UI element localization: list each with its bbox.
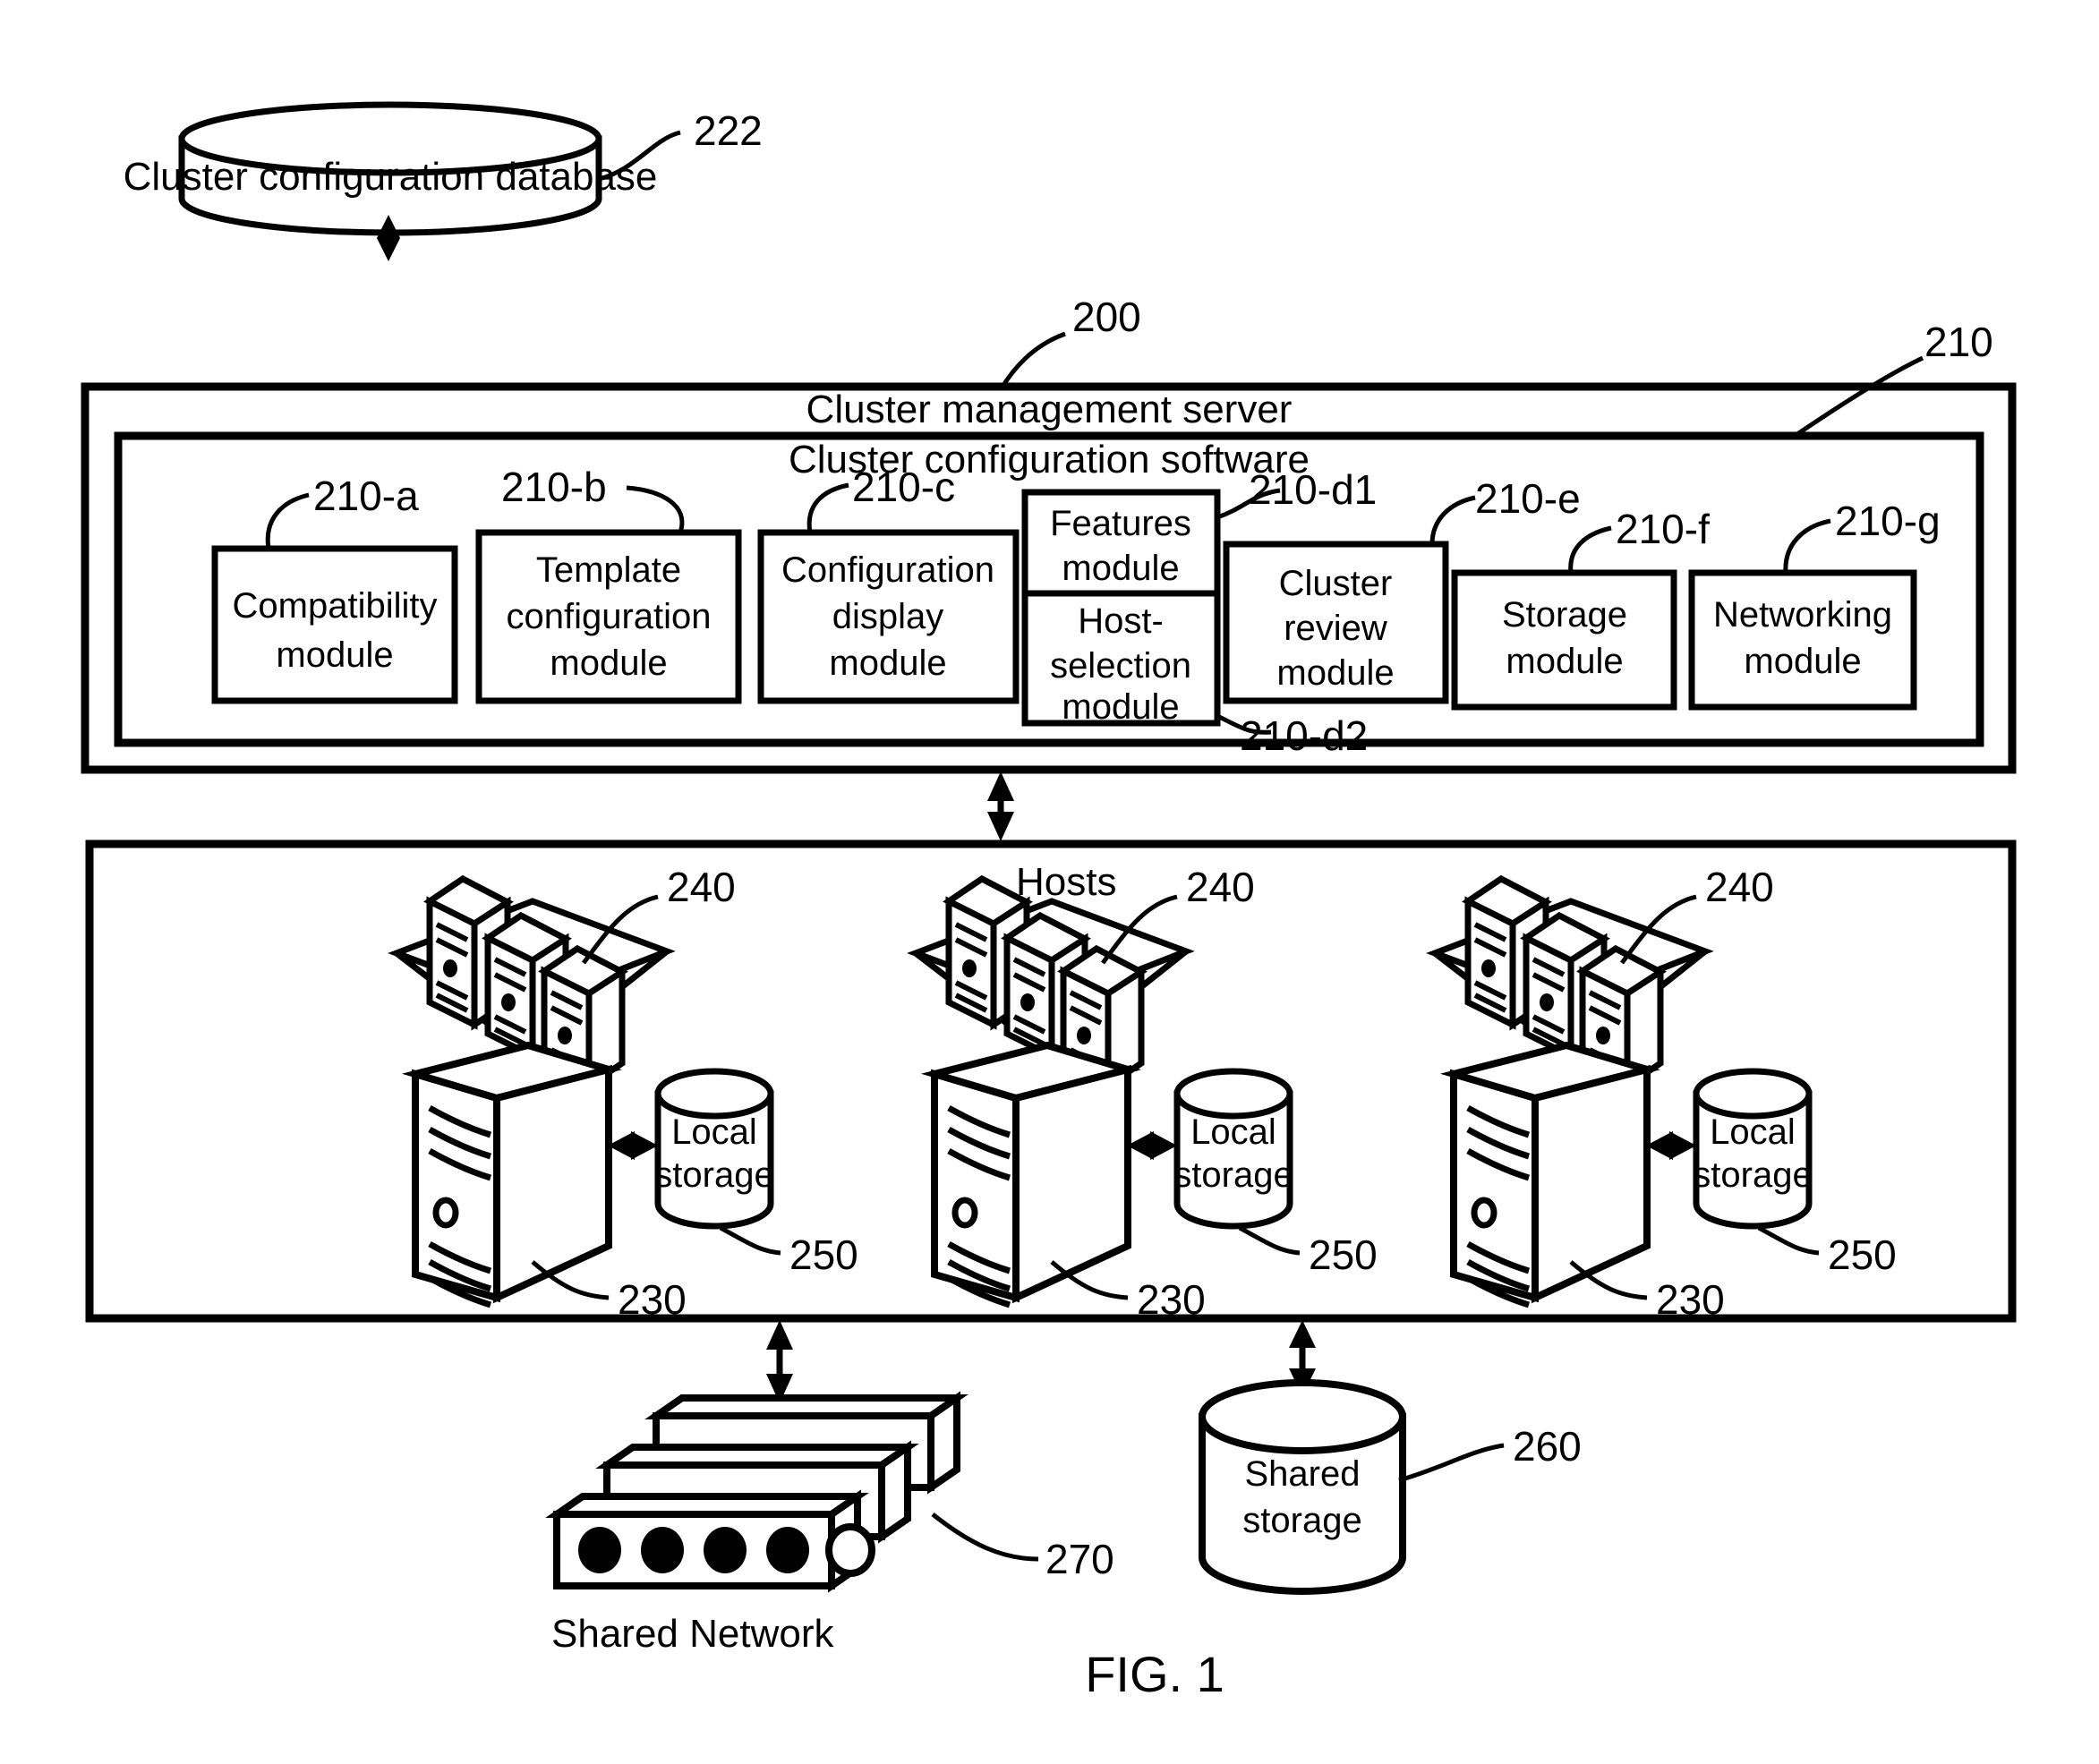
local-storage-3-line-1: storage xyxy=(1693,1155,1812,1195)
ref-240-label-3: 240 xyxy=(1705,864,1774,910)
local-storage-2: Local storage xyxy=(1173,1068,1293,1230)
ref-222-label: 222 xyxy=(694,107,763,154)
module-cluster-review[interactable]: Cluster review module xyxy=(1223,541,1449,704)
ref-210-a-label: 210-a xyxy=(313,473,419,519)
ref-210-b-label: 210-b xyxy=(501,464,607,510)
module-compatibility-line-1: module xyxy=(276,635,393,675)
module-clusterreview-line-2: module xyxy=(1276,653,1394,693)
module-features-line-1: module xyxy=(1062,549,1179,588)
local-storage-1-line-0: Local xyxy=(671,1112,757,1152)
server-title: Cluster management server xyxy=(806,388,1293,431)
module-networking-line-0: Networking xyxy=(1713,595,1892,635)
module-configdisplay-line-0: Configuration xyxy=(781,550,994,590)
module-compatibility[interactable]: Compatibility module xyxy=(211,545,458,704)
module-template-line-1: configuration xyxy=(506,597,711,636)
module-clusterreview-line-1: review xyxy=(1284,609,1387,648)
module-template-configuration[interactable]: Template configuration module xyxy=(475,529,742,704)
local-storage-3: Local storage xyxy=(1693,1068,1813,1230)
ref-260-label: 260 xyxy=(1513,1423,1582,1470)
module-networking[interactable]: Networking module xyxy=(1688,569,1917,711)
hosts-label: Hosts xyxy=(1016,860,1116,904)
ref-250-label-2: 250 xyxy=(1309,1231,1378,1278)
local-storage-1-line-1: storage xyxy=(654,1155,773,1195)
ref-210-e-label: 210-e xyxy=(1475,475,1581,522)
ref-240-label-1: 240 xyxy=(667,864,736,910)
ref-210-d1-label: 210-d1 xyxy=(1249,466,1377,513)
ref-210-c-label: 210-c xyxy=(852,464,955,510)
shared-network-label: Shared Network xyxy=(551,1612,834,1656)
database-label: Cluster configuration database xyxy=(124,155,658,199)
ref-210-g-label: 210-g xyxy=(1835,498,1941,544)
hosts-network-arrow xyxy=(766,1320,793,1403)
ref-200-label: 200 xyxy=(1072,294,1141,340)
ref-230-label-2: 230 xyxy=(1137,1276,1206,1323)
module-configuration-display[interactable]: Configuration display module xyxy=(757,529,1020,704)
local-storage-2-line-1: storage xyxy=(1173,1155,1293,1195)
local-storage-1: Local storage xyxy=(654,1068,774,1230)
ref-230-label-1: 230 xyxy=(618,1276,687,1323)
local-storage-3-line-0: Local xyxy=(1710,1112,1796,1152)
module-features-line-0: Features xyxy=(1050,504,1191,543)
ref-222-leader: 222 xyxy=(598,107,763,182)
ref-260-leader: 260 xyxy=(1398,1423,1582,1483)
module-compatibility-line-0: Compatibility xyxy=(233,586,438,626)
module-configdisplay-line-1: display xyxy=(832,597,944,636)
ref-250-label-3: 250 xyxy=(1828,1231,1897,1278)
shared-storage-line-0: Shared xyxy=(1245,1454,1361,1494)
ref-210-f-label: 210-f xyxy=(1616,506,1710,552)
module-hostselection-line-1: selection xyxy=(1050,646,1191,686)
module-hostselection-line-0: Host- xyxy=(1078,601,1164,641)
local-storage-2-line-0: Local xyxy=(1190,1112,1276,1152)
module-storage-line-1: module xyxy=(1506,642,1623,681)
shared-storage-icon: Shared storage xyxy=(1199,1379,1406,1595)
ref-200-leader: 200 xyxy=(1000,294,1141,388)
module-networking-line-1: module xyxy=(1744,642,1861,681)
server-hosts-link-arrow xyxy=(987,771,1014,841)
figure-caption: FIG. 1 xyxy=(1085,1646,1224,1702)
module-features-hostselection[interactable]: Features module Host- selection module xyxy=(1021,489,1221,727)
ref-210-d2-label: 210-d2 xyxy=(1240,712,1368,759)
module-template-line-0: Template xyxy=(536,550,681,590)
module-storage[interactable]: Storage module xyxy=(1451,569,1677,711)
patent-figure: Cluster configuration database 222 Clust… xyxy=(0,0,2099,1764)
ref-230-label-3: 230 xyxy=(1656,1276,1725,1323)
cluster-configuration-database: Cluster configuration database xyxy=(124,101,658,236)
ref-240-label-2: 240 xyxy=(1186,864,1255,910)
module-clusterreview-line-0: Cluster xyxy=(1279,564,1393,603)
module-template-line-2: module xyxy=(550,643,667,683)
ref-270-leader: 270 xyxy=(931,1513,1114,1582)
module-hostselection-line-2: module xyxy=(1062,687,1179,727)
shared-network-icon xyxy=(545,1391,968,1593)
ref-210-d2-leader: 210-d2 xyxy=(1216,712,1368,759)
ref-250-label-1: 250 xyxy=(789,1231,858,1278)
module-storage-line-0: Storage xyxy=(1502,595,1627,635)
module-configdisplay-line-2: module xyxy=(829,643,946,683)
ref-210-label: 210 xyxy=(1924,319,1993,365)
shared-storage-line-1: storage xyxy=(1242,1501,1361,1540)
ref-270-label: 270 xyxy=(1045,1536,1114,1582)
